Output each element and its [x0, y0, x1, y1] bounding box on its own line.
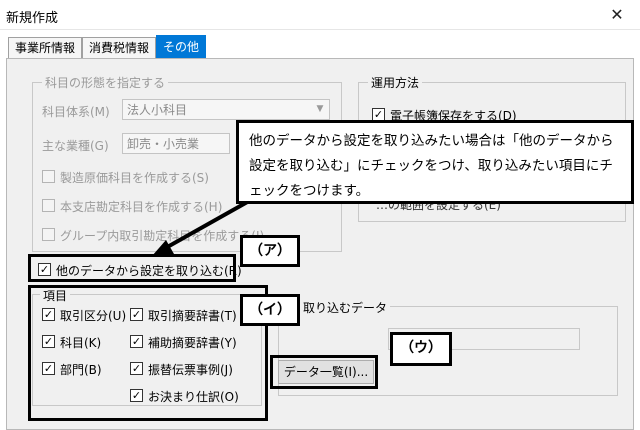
arrow-line	[161, 194, 259, 252]
instruction-callout: 他のデータから設定を取り込みたい場合は「他のデータから 設定を取り込む」にチェッ…	[236, 120, 634, 204]
callout-line-1: 他のデータから設定を取り込みたい場合は「他のデータから	[249, 133, 614, 149]
callout-line-3: ェックをつけます。	[249, 183, 370, 199]
arrow-head	[152, 240, 174, 256]
callout-arrow-icon	[152, 194, 259, 256]
callout-line-2: 設定を取り込む」にチェックをつけ、取り込みたい項目にチ	[249, 158, 613, 174]
